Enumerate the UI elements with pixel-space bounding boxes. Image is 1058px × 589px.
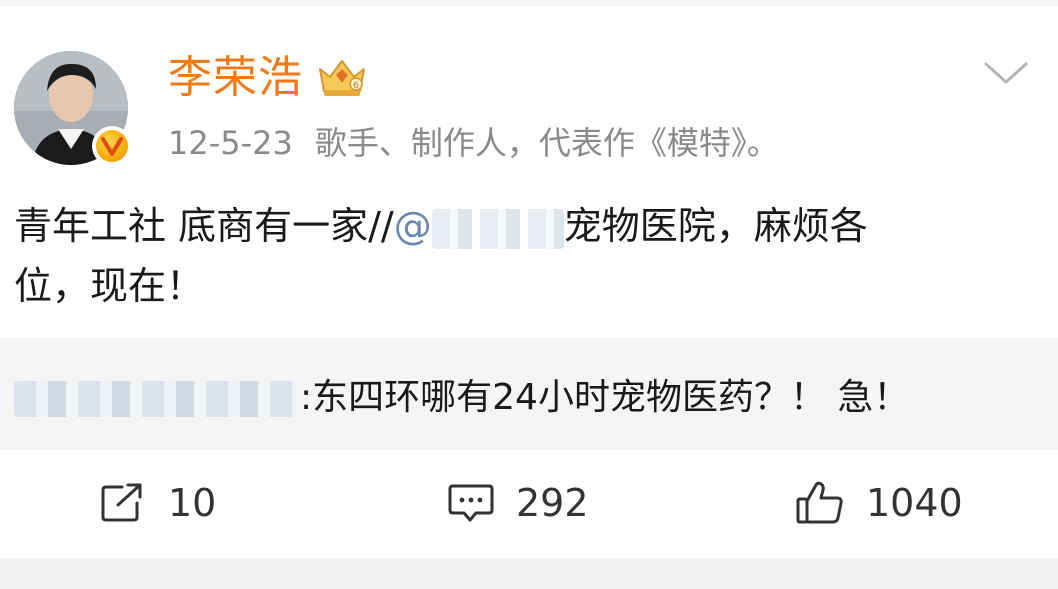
blurred-original-author[interactable] xyxy=(14,381,296,417)
comment-icon xyxy=(448,484,494,522)
post-content: 青年工社 底商有一家//@ 宠物医院，麻烦各 位，现在！ xyxy=(14,196,1044,316)
user-bio: 歌手、制作人，代表作《模特》。 xyxy=(314,124,779,162)
repost-count: 10 xyxy=(168,481,217,525)
share-icon xyxy=(101,483,142,522)
weibo-post-card: 李荣浩 6 12-5-23 歌手、制作人，代表作《模特》。 青年工社 底商有一家/… xyxy=(0,0,1058,558)
like-button[interactable]: 1040 xyxy=(796,470,963,536)
post-meta: 12-5-23 歌手、制作人，代表作《模特》。 xyxy=(168,122,779,164)
repost-text: :东四环哪有24小时宠物医药？！ 急！ xyxy=(300,377,910,418)
thumbs-up-icon xyxy=(796,481,843,524)
verified-badge xyxy=(92,126,132,166)
post-line-2: 位，现在！ xyxy=(14,264,205,308)
post-timestamp[interactable]: 12-5-23 xyxy=(168,124,293,162)
blurred-username xyxy=(431,208,564,249)
chevron-down-icon[interactable] xyxy=(982,58,1030,90)
mention-link[interactable]: @ xyxy=(394,204,564,249)
post-text-start: 青年工社 底商有一家// xyxy=(14,204,394,248)
post-text-end: 宠物医院，麻烦各 xyxy=(563,204,868,248)
like-count: 1040 xyxy=(866,481,963,525)
top-divider xyxy=(0,0,1058,6)
svg-text:6: 6 xyxy=(353,81,359,91)
repost-line: :东四环哪有24小时宠物医药？！ 急！ xyxy=(14,368,909,428)
comment-button[interactable]: 292 xyxy=(448,470,589,536)
username[interactable]: 李荣浩 xyxy=(168,52,303,104)
comment-count: 292 xyxy=(516,481,589,525)
action-bar: 10 292 1040 xyxy=(0,470,1058,536)
bottom-divider xyxy=(0,558,1058,589)
verified-v-icon xyxy=(101,137,123,156)
reposted-content[interactable]: :东四环哪有24小时宠物医药？！ 急！ xyxy=(0,338,1058,450)
repost-button[interactable]: 10 xyxy=(100,470,216,536)
crown-level-icon: 6 xyxy=(319,60,365,96)
post-line-1: 青年工社 底商有一家//@ 宠物医院，麻烦各 xyxy=(14,196,1044,256)
